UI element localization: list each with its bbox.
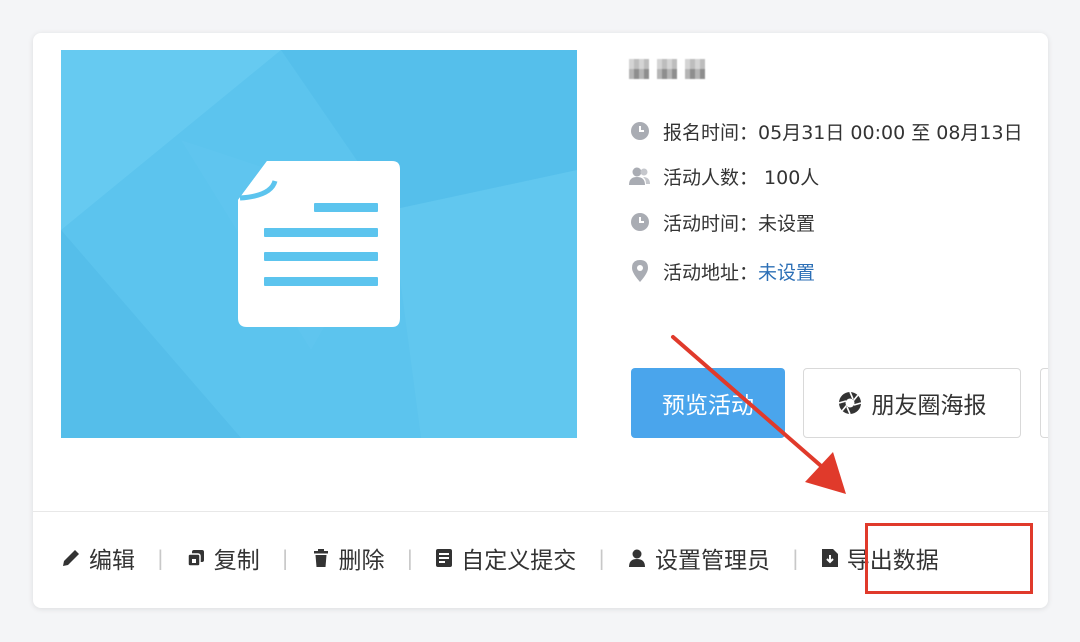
moments-poster-label: 朋友圈海报 — [871, 393, 987, 419]
activity-time-value: 未设置 — [758, 212, 816, 235]
separator: | — [598, 546, 605, 570]
separator: | — [281, 546, 289, 570]
redacted-block — [629, 59, 649, 79]
edit-label: 编辑 — [89, 548, 135, 574]
clock-icon — [629, 120, 651, 142]
users-icon — [629, 165, 651, 187]
participant-count-value: 100人 — [764, 166, 820, 189]
preview-activity-button[interactable]: 预览活动 — [631, 368, 785, 438]
export-highlight-box — [865, 523, 1033, 594]
more-button-partial[interactable] — [1040, 368, 1048, 438]
delete-label: 删除 — [338, 548, 385, 574]
set-admin-label: 设置管理员 — [655, 548, 770, 574]
activity-cover-image[interactable] — [61, 50, 577, 438]
moments-poster-button[interactable]: 朋友圈海报 — [803, 368, 1021, 438]
trash-icon — [311, 548, 331, 568]
participant-count-row: 活动人数： 100人 — [629, 163, 819, 189]
activity-address-label: 活动地址： — [663, 261, 759, 284]
document-icon — [238, 161, 400, 327]
edit-action[interactable]: 编辑 — [61, 541, 135, 575]
copy-icon — [186, 548, 206, 568]
action-bar: 编辑 | 复制 | 删除 | 自定义提交 | 设置管理员 | 导出数据 — [61, 538, 939, 578]
activity-address-link[interactable]: 未设置 — [758, 258, 815, 285]
copy-action[interactable]: 复制 — [186, 541, 260, 575]
delete-action[interactable]: 删除 — [311, 541, 385, 575]
signup-time-value: 05月31日 00:00 至 08月13日 — [758, 121, 1023, 144]
clock-icon — [629, 211, 651, 233]
activity-address-row: 活动地址： 未设置 — [629, 258, 815, 284]
form-icon — [435, 548, 453, 568]
signup-time-label: 报名时间： — [663, 121, 759, 144]
activity-card: 报名时间： 05月31日 00:00 至 08月13日 活动人数： 100人 活… — [33, 33, 1048, 608]
download-icon — [821, 548, 839, 568]
copy-label: 复制 — [213, 548, 260, 574]
separator: | — [406, 546, 414, 570]
activity-time-row: 活动时间： 未设置 — [629, 209, 815, 235]
separator: | — [792, 546, 799, 570]
divider — [33, 511, 1048, 512]
signup-time-row: 报名时间： 05月31日 00:00 至 08月13日 — [629, 118, 1023, 144]
user-icon — [627, 548, 647, 568]
redacted-block — [657, 59, 677, 79]
preview-activity-label: 预览活动 — [662, 393, 754, 419]
set-admin-action[interactable]: 设置管理员 — [627, 541, 770, 575]
custom-submit-action[interactable]: 自定义提交 — [435, 541, 576, 575]
pencil-icon — [61, 548, 81, 568]
redacted-block — [685, 59, 705, 79]
location-pin-icon — [629, 260, 651, 282]
custom-submit-label: 自定义提交 — [461, 548, 577, 574]
document-illustration — [61, 50, 577, 438]
activity-time-label: 活动时间： — [663, 212, 759, 235]
activity-title-redacted — [629, 56, 705, 82]
camera-aperture-icon — [838, 391, 862, 415]
separator: | — [157, 546, 164, 570]
participant-count-label: 活动人数： — [663, 166, 759, 189]
